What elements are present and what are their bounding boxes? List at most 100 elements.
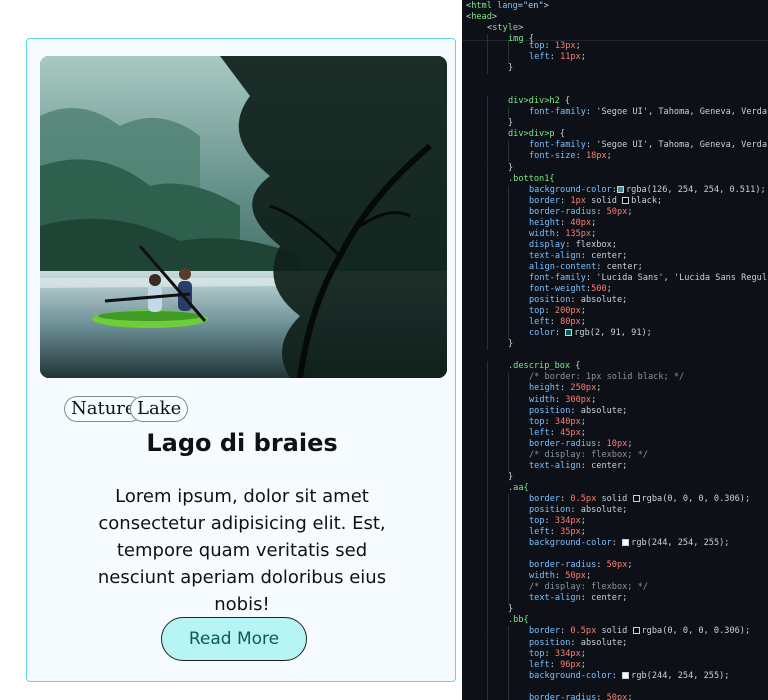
code-line: color: rgb(2, 91, 91); <box>466 328 767 340</box>
code-line: /* display: flexbox; */ <box>466 582 767 594</box>
code-line: } <box>466 471 767 483</box>
code-line: } <box>466 63 767 75</box>
code-token: .aa{ <box>508 482 529 493</box>
code-token: : <box>611 538 623 549</box>
code-token: absolute; <box>580 637 628 648</box>
code-token: ; <box>575 41 581 51</box>
code-line: left: 35px; <box>466 527 767 539</box>
code-token: : <box>570 637 581 648</box>
code-line: position: absolute; <box>466 295 767 307</box>
code-token: ; <box>591 394 597 405</box>
read-more-button[interactable]: Read More <box>161 617 307 661</box>
code-line: text-align: center; <box>466 250 767 262</box>
code-token: 1px <box>570 195 586 206</box>
code-token: : <box>544 648 555 659</box>
code-token: 0.5px <box>570 493 597 504</box>
card-description: Lorem ipsum, dolor sit amet consectetur … <box>97 486 387 615</box>
code-token: flexbox; <box>575 239 617 250</box>
code-token: 50px <box>606 206 628 217</box>
code-token: ; <box>627 692 633 700</box>
code-token: position <box>529 637 571 648</box>
code-token: 250px <box>570 383 597 394</box>
code-line: border: 0.5px solid rgba(0, 0, 0, 0.306)… <box>466 626 767 638</box>
code-token: border-radius <box>529 206 597 217</box>
code-token: 0.5px <box>570 626 597 637</box>
code-line: <style> <box>466 23 768 34</box>
code-token: text-align <box>529 460 581 471</box>
code-token: align-content <box>529 261 597 272</box>
code-line: position: absolute; <box>466 637 767 649</box>
code-token: 13px <box>554 41 576 51</box>
code-token: : <box>544 516 555 527</box>
code-token: border <box>529 493 561 504</box>
code-token: ; <box>580 648 586 659</box>
destination-card: Nature Lake Lago di braies Lorem ipsum, … <box>26 38 456 682</box>
code-token: 200px <box>554 306 581 317</box>
code-token: > <box>491 12 498 23</box>
code-token: rgb(244, 254, 255); <box>631 538 730 549</box>
code-line: align-content: center; <box>466 261 767 273</box>
code-line: background-color: rgb(244, 254, 255); <box>466 670 767 682</box>
code-token: "en" <box>522 1 544 11</box>
code-token: height <box>529 217 561 228</box>
code-line: <html lang="en"> <box>466 1 768 12</box>
preview-pane: Nature Lake Lago di braies Lorem ipsum, … <box>0 0 462 700</box>
code-token: } <box>508 63 514 74</box>
code-token: : <box>554 394 566 405</box>
code-token: 50px <box>565 571 586 582</box>
code-token: : <box>570 504 581 515</box>
code-token: border <box>529 195 561 206</box>
code-token: black; <box>631 195 663 206</box>
code-token: font-size <box>529 151 576 162</box>
code-token: solid <box>596 626 633 637</box>
code-token: width <box>529 571 555 582</box>
code-token: ; <box>627 438 633 449</box>
code-line: left: 96px; <box>466 659 767 671</box>
code-token: : <box>549 527 561 538</box>
code-token: height <box>529 383 561 394</box>
color-swatch-icon <box>565 329 573 337</box>
code-token: ; <box>591 217 597 228</box>
code-token: ; <box>580 516 586 527</box>
code-token: position <box>529 405 571 416</box>
code-token: : <box>544 41 555 51</box>
code-token: 45px <box>560 427 581 438</box>
code-token: left <box>529 659 550 670</box>
code-token: 500 <box>591 284 607 295</box>
code-line: /* display: flexbox; */ <box>466 449 767 461</box>
code-token: background-color <box>529 670 612 681</box>
code-token: } <box>508 339 514 350</box>
code-token: top <box>529 41 545 51</box>
code-token: text-align <box>529 593 581 604</box>
code-line: <head> <box>466 12 768 23</box>
code-token: /* display: flexbox; */ <box>529 449 648 460</box>
editor-code-lines[interactable]: top: 13px; left: 11px;} div>div>h2 {font-f… <box>466 41 767 700</box>
code-token: display <box>529 239 566 250</box>
code-token: top <box>529 416 545 427</box>
tag-lake: Lake <box>130 396 189 422</box>
color-swatch-icon <box>622 671 630 679</box>
code-token: 'Segoe UI', Tahoma, Geneva, Verda <box>596 140 768 151</box>
code-token: absolute; <box>580 295 628 306</box>
code-line <box>466 681 767 693</box>
code-token: : <box>580 460 592 471</box>
code-editor[interactable]: <html lang="en"> <head> <style> img { top: … <box>462 0 768 700</box>
code-token: : <box>565 239 576 250</box>
code-token: .bb{ <box>508 615 529 626</box>
color-swatch-icon <box>622 539 630 547</box>
code-token: : <box>580 593 592 604</box>
code-line: width: 50px; <box>466 571 767 583</box>
color-swatch-icon <box>632 494 640 502</box>
code-token: solid <box>596 493 633 504</box>
code-token: border-radius <box>529 438 597 449</box>
code-token: div>div>p <box>508 129 555 140</box>
code-line: left: 80px; <box>466 317 767 329</box>
code-token: 334px <box>554 516 581 527</box>
kayak-lake-photo <box>40 56 447 378</box>
code-token: ; <box>606 284 612 295</box>
code-token: center; <box>591 460 628 471</box>
code-token: border-radius <box>529 560 597 571</box>
code-token: style <box>492 23 519 34</box>
code-token: : <box>596 438 607 449</box>
